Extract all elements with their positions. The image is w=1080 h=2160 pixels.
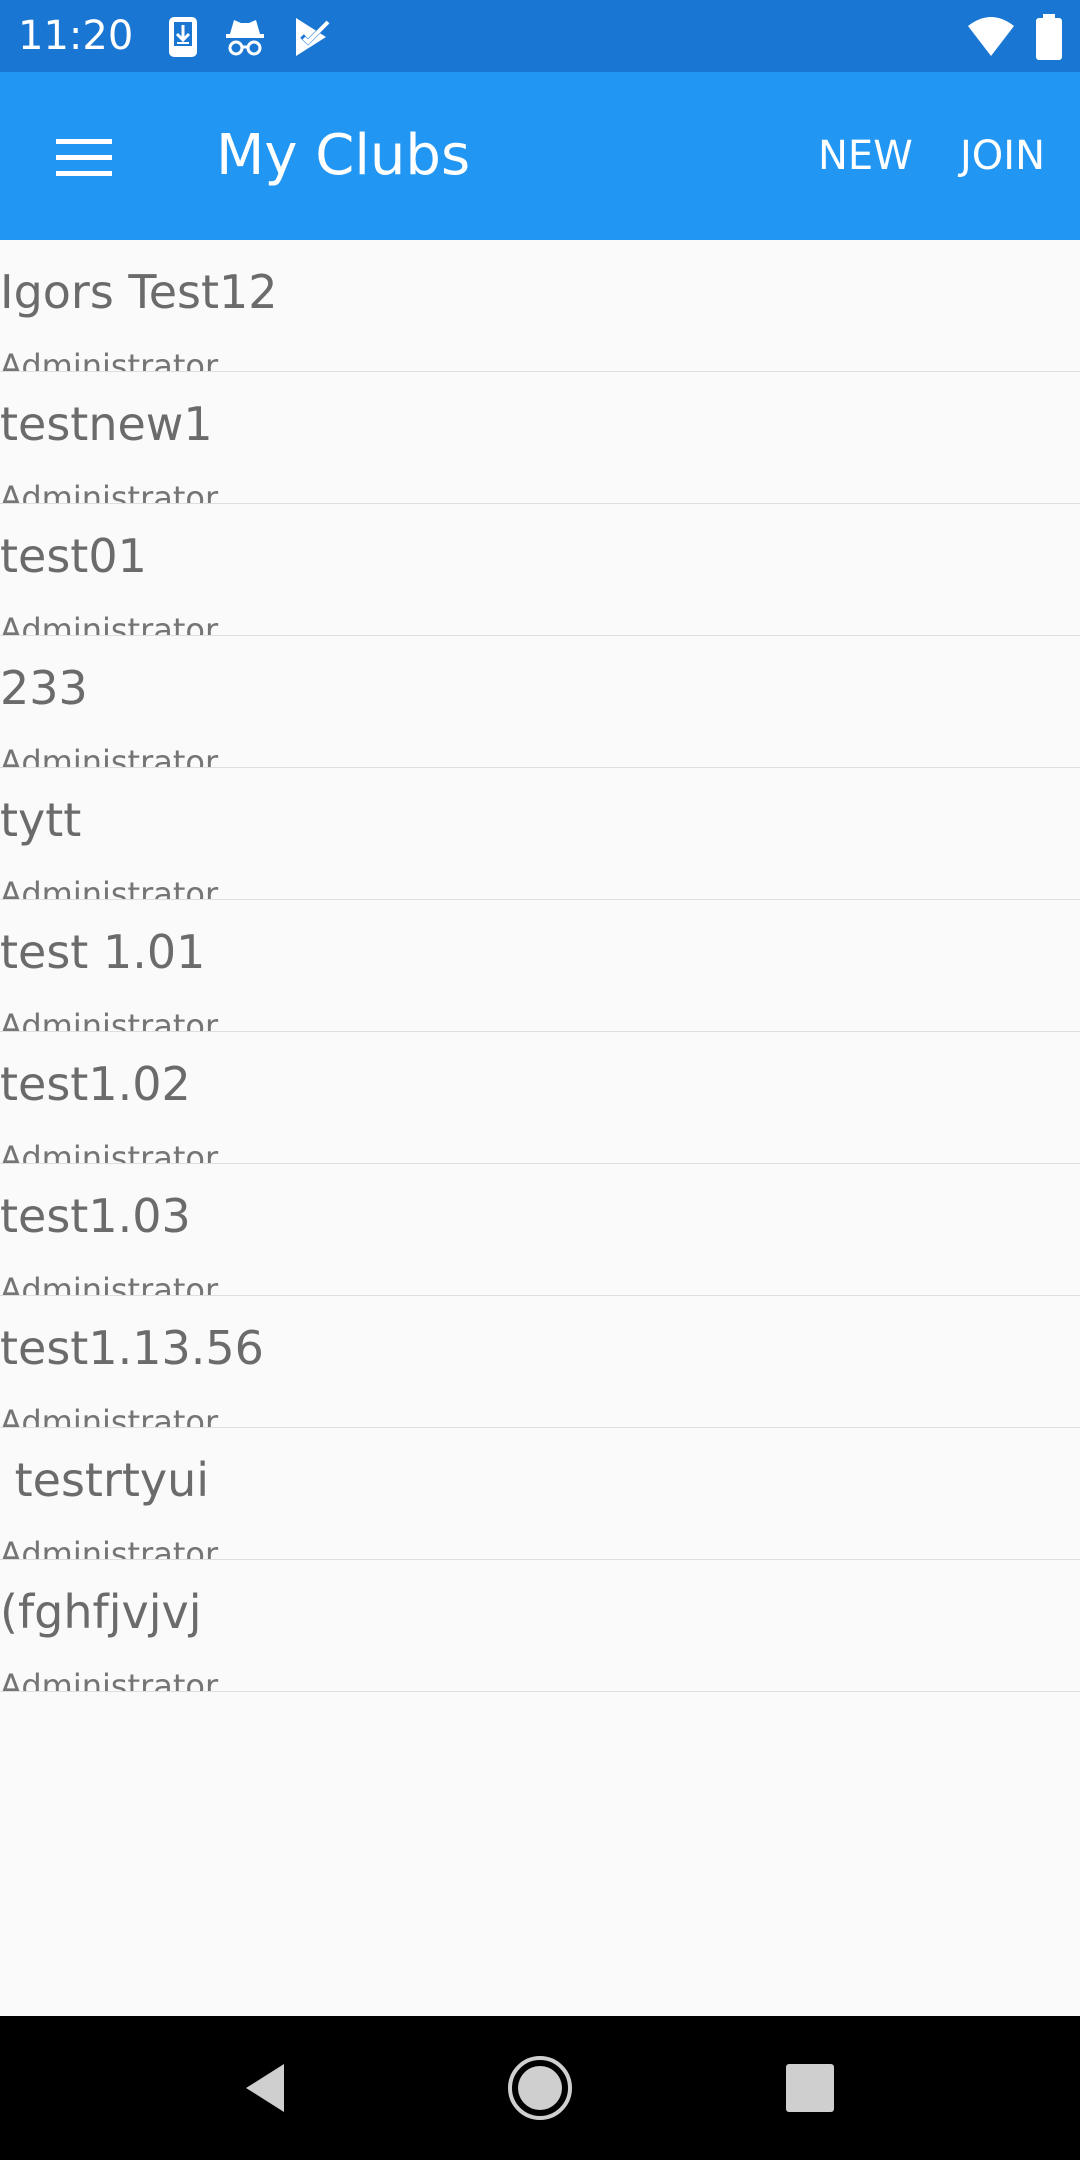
club-role: Administrator [0, 611, 219, 636]
club-name: test1.02 [0, 1057, 191, 1111]
club-name: (fghfjvjvj [0, 1585, 202, 1639]
list-item[interactable]: Igors Test12 Administrator [0, 240, 1080, 372]
club-name: tytt [0, 793, 82, 847]
club-role: Administrator [0, 479, 219, 504]
task-check-icon [296, 18, 330, 56]
list-item[interactable]: tytt Administrator [0, 768, 1080, 900]
club-name: testnew1 [0, 397, 213, 451]
clubs-list: Igors Test12 Administrator testnew1 Admi… [0, 240, 1080, 1692]
club-name: test01 [0, 529, 147, 583]
list-item[interactable]: test1.03 Administrator [0, 1164, 1080, 1296]
club-role: Administrator [0, 1403, 219, 1428]
new-club-button[interactable]: NEW [818, 128, 913, 184]
recents-icon[interactable] [774, 2052, 846, 2124]
back-icon[interactable] [230, 2052, 302, 2124]
list-item[interactable]: test01 Administrator [0, 504, 1080, 636]
list-item[interactable]: test1.02 Administrator [0, 1032, 1080, 1164]
list-item[interactable]: test 1.01 Administrator [0, 900, 1080, 1032]
list-item[interactable]: (fghfjvjvj Administrator [0, 1560, 1080, 1692]
app-bar: My Clubs NEW JOIN [0, 72, 1080, 240]
wifi-icon [968, 17, 1014, 56]
list-item[interactable]: 233 Administrator [0, 636, 1080, 768]
incognito-icon [226, 20, 264, 56]
club-name: test1.13.56 [0, 1321, 264, 1375]
club-role: Administrator [0, 1667, 219, 1692]
club-name: testrtyui [0, 1453, 210, 1507]
club-role: Administrator [0, 875, 219, 900]
club-name: 233 [0, 661, 88, 715]
download-icon [169, 17, 197, 57]
club-role: Administrator [0, 1535, 219, 1560]
system-navigation-bar [0, 2016, 1080, 2160]
club-role: Administrator [0, 1007, 219, 1032]
list-item[interactable]: test1.13.56 Administrator [0, 1296, 1080, 1428]
club-role: Administrator [0, 1271, 219, 1296]
list-item[interactable]: testrtyui Administrator [0, 1428, 1080, 1560]
page-title: My Clubs [216, 123, 471, 188]
club-role: Administrator [0, 347, 219, 372]
join-club-button[interactable]: JOIN [960, 128, 1045, 184]
status-time: 11:20 [18, 13, 134, 59]
club-name: test 1.01 [0, 925, 206, 979]
home-icon[interactable] [504, 2052, 576, 2124]
club-role: Administrator [0, 743, 219, 768]
club-role: Administrator [0, 1139, 219, 1164]
battery-icon [1036, 14, 1062, 60]
status-bar: 11:20 [0, 0, 1080, 72]
list-item[interactable]: testnew1 Administrator [0, 372, 1080, 504]
club-name: Igors Test12 [0, 265, 278, 319]
hamburger-menu-icon[interactable] [38, 112, 128, 202]
club-name: test1.03 [0, 1189, 191, 1243]
